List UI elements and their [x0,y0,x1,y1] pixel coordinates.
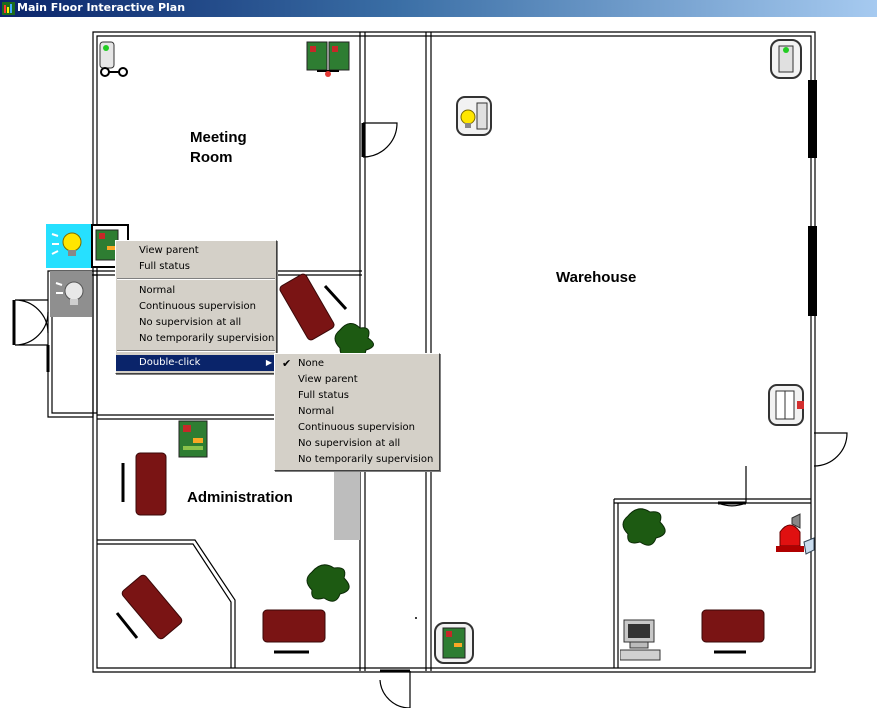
reader-icon[interactable] [769,38,803,80]
room-label-meeting-room: Meeting Room [190,129,247,166]
submenu-item-no-temporarily-supervision[interactable]: No temporarily supervision [275,452,439,468]
door-contact-icon[interactable] [767,383,807,427]
menu-separator [117,278,275,280]
submenu-item-no-supervision[interactable]: No supervision at all [275,436,439,452]
menu-item-full-status[interactable]: Full status [116,259,276,275]
menu-item-double-click[interactable]: Double-click ▶ [116,355,276,371]
control-panel-icon[interactable] [306,41,350,79]
lamp-off-icon[interactable] [50,271,92,317]
submenu-item-full-status[interactable]: Full status [275,388,439,404]
submenu-arrow-icon: ▶ [265,358,272,367]
checkmark-icon: ✔ [282,357,292,370]
room-label-warehouse: Warehouse [556,269,637,286]
submenu-item-none[interactable]: ✔ None [275,356,439,372]
submenu-item-continuous-supervision[interactable]: Continuous supervision [275,420,439,436]
room-label-administration: Administration [187,489,293,506]
siren-icon[interactable] [770,512,818,558]
submenu-item-normal[interactable]: Normal [275,404,439,420]
menu-item-no-supervision[interactable]: No supervision at all [116,315,276,331]
lamp-on-icon[interactable] [46,224,92,268]
menu-item-double-click-label: Double-click [139,357,201,368]
submenu-item-view-parent[interactable]: View parent [275,372,439,388]
control-panel-icon[interactable] [178,420,208,458]
light-switch-icon[interactable] [455,95,493,137]
computer-icon[interactable] [620,618,664,664]
double-click-submenu[interactable]: ✔ None View parent Full status Normal Co… [274,353,440,471]
control-panel-icon[interactable] [433,621,475,665]
menu-item-no-temporarily-supervision[interactable]: No temporarily supervision [116,331,276,347]
menu-item-normal[interactable]: Normal [116,283,276,299]
menu-item-view-parent[interactable]: View parent [116,243,276,259]
context-menu[interactable]: View parent Full status Normal Continuou… [115,240,277,374]
camera-icon[interactable] [97,40,131,80]
submenu-item-none-label: None [298,358,325,369]
menu-separator [117,350,275,352]
menu-item-continuous-supervision[interactable]: Continuous supervision [116,299,276,315]
